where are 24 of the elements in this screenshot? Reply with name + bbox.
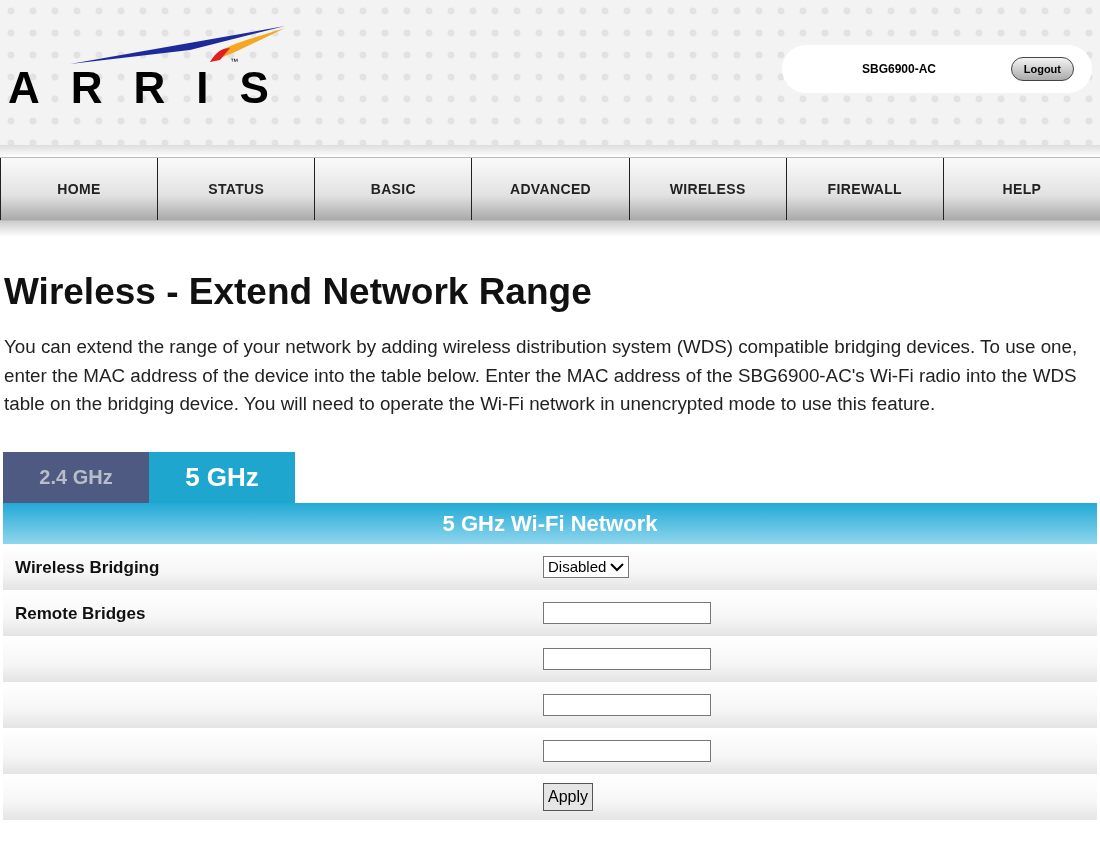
nav-tab[interactable]: FIREWALL [785, 158, 943, 220]
nav-tab[interactable]: BASIC [314, 158, 472, 220]
bridging-select[interactable]: Disabled [543, 556, 630, 579]
logout-button[interactable]: Logout [1010, 57, 1074, 81]
nav-tab[interactable]: WIRELESS [628, 158, 786, 220]
page-title: Wireless - Extend Network Range [3, 270, 593, 314]
mac-address-field[interactable] [543, 740, 711, 763]
mac-address-field[interactable] [543, 602, 711, 625]
row-label: Remote Bridges [15, 603, 146, 623]
mac-address-field[interactable] [543, 648, 711, 671]
table-header: 5 GHz Wi-Fi Network [3, 502, 1097, 544]
nav-tab[interactable]: HELP [942, 158, 1100, 220]
trademark-mark: ™ [229, 56, 238, 68]
chevron-down-icon [610, 562, 625, 573]
page-description: You can extend the range of your network by adding wireless distribution system (WDS) compatible bridging devices. To use one, enter the MAC address of the device into the table below. Enter the MAC address of the SBG6900-AC's Wi-Fi radio into the WDS table on the bridging device. You will need to operate the Wi-Fi network in unencrypted mode to use this feature. [3, 335, 1079, 417]
nav-tab[interactable]: ADVANCED [471, 158, 629, 220]
nav-tab[interactable]: HOME [0, 158, 158, 220]
logo-wordmark: ARRIS [8, 66, 300, 110]
mac-address-field[interactable] [543, 694, 711, 717]
band-tab[interactable]: 2.4 GHz [3, 451, 149, 503]
model-name: SBG6900-AC [862, 61, 937, 78]
apply-button[interactable]: Apply [543, 783, 594, 812]
row-label: Wireless Bridging [15, 557, 160, 577]
nav-tab[interactable]: STATUS [157, 158, 315, 220]
